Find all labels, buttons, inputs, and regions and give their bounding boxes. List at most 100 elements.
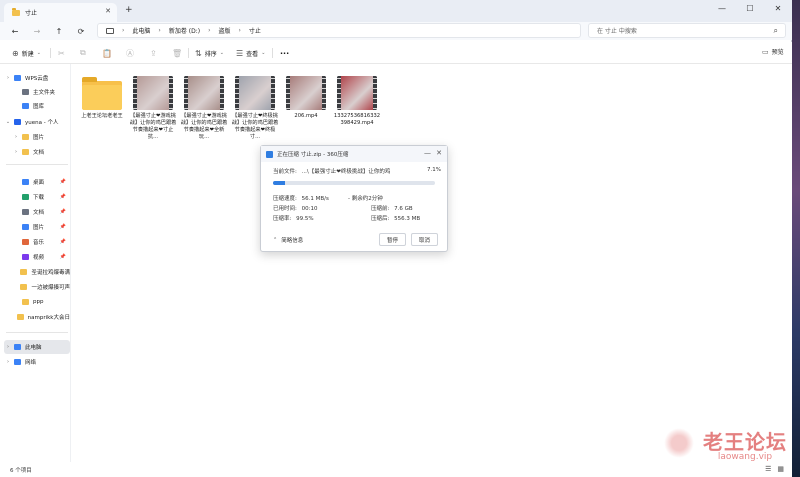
sidebar-item[interactable]: 图片 📌 (4, 220, 70, 234)
progress-fill (273, 181, 285, 185)
breadcrumb-cunzhi[interactable]: 寸止 (249, 26, 261, 35)
folder-item[interactable]: 上老王论坛老老王 (78, 76, 126, 120)
folder-icon (20, 269, 28, 275)
sidebar-item[interactable]: › 网络 (4, 355, 70, 369)
video-file-item[interactable]: 206.mp4 (282, 76, 330, 120)
view-button[interactable]: ☰ 查看 ⌄ (236, 46, 265, 60)
sidebar-item[interactable]: 圣诞拉鸡爆毒满 (4, 265, 70, 279)
copy-button[interactable]: ⧉ (80, 46, 89, 60)
sidebar-item[interactable]: 一边被爆揍可声 (4, 280, 70, 294)
pin-icon: 📌 (59, 224, 66, 230)
window-controls: — ☐ ✕ (708, 0, 792, 16)
archive-app-icon (266, 150, 273, 158)
sidebar-item[interactable]: 视频 📌 (4, 250, 70, 264)
chevron-icon[interactable]: › (4, 359, 12, 365)
video-file-item[interactable]: 【最强寸止❤游戏挑战】让你的鸡巴跟着节奏撸起来❤寸止抗... (129, 76, 177, 141)
chevron-down-icon: ⌄ (36, 50, 41, 56)
delete-button[interactable]: 🗑 (172, 46, 185, 60)
sidebar-item-label: 图库 (33, 104, 45, 110)
paste-button[interactable]: 📋 (102, 46, 115, 60)
details-view-icon[interactable]: ☰ (765, 465, 771, 473)
close-window-button[interactable]: ✕ (764, 0, 792, 16)
progress-bar (273, 181, 435, 185)
sidebar-item[interactable]: 主文件夹 (4, 85, 70, 99)
remaining-time: - 剩余约2分钟 (348, 196, 383, 202)
folder-icon (22, 209, 29, 215)
more-options-button[interactable]: ··· (280, 46, 289, 60)
sidebar-item[interactable]: ⌄ yuena - 个人 (4, 115, 70, 129)
video-file-item[interactable]: 【最强寸止❤游戏挑战】让你的鸡巴跟着节奏撸起来❤全新玩... (180, 76, 228, 141)
breadcrumb-sep: › (208, 27, 211, 34)
folder-icon (14, 359, 21, 365)
search-icon[interactable]: ⌕ (774, 26, 778, 36)
cut-button[interactable]: ✂ (58, 46, 68, 60)
sidebar-item[interactable]: namprikk大会日 (4, 310, 70, 324)
file-explorer-window: 寸止 ✕ + — ☐ ✕ ← → ↑ ⟳ › 此电脑 › 新加卷 (D:) › … (0, 0, 792, 477)
video-thumbnail (184, 76, 224, 110)
chevron-icon[interactable]: › (4, 344, 12, 350)
sidebar-item-label: 文档 (33, 150, 45, 156)
sidebar-item-label: 视频 (33, 255, 45, 261)
tiles-view-icon[interactable]: ▦ (777, 465, 784, 473)
chevron-icon[interactable]: › (12, 134, 20, 140)
maximize-button[interactable]: ☐ (736, 0, 764, 16)
sidebar-item-label: 图片 (33, 135, 45, 141)
chevron-icon[interactable]: ⌄ (4, 119, 12, 125)
file-name: 【最强寸止❤游戏挑战】让你的鸡巴跟着节奏撸起来❤寸止抗... (129, 113, 177, 140)
address-bar[interactable]: › 此电脑 › 新加卷 (D:) › 盗版 › 寸止 (97, 23, 581, 38)
rename-button[interactable]: Ⓐ (126, 46, 137, 60)
folder-icon (12, 7, 20, 16)
new-button[interactable]: ⊕ 新建 ⌄ (12, 46, 41, 60)
sidebar-item[interactable]: › 图片 (4, 130, 70, 144)
sidebar-item-label: 文档 (33, 210, 45, 216)
tab-current[interactable]: 寸止 ✕ (4, 3, 117, 22)
watermark: 老王论坛 laowang.vip (664, 426, 790, 462)
folder-icon (82, 76, 122, 110)
video-file-item[interactable]: 13327536816332398429.mp4 (333, 76, 381, 127)
folder-icon (20, 284, 28, 290)
chevron-icon[interactable]: › (12, 149, 20, 155)
pause-button[interactable]: 暂停 (379, 233, 406, 246)
sidebar-item[interactable]: › WPS云盘 (4, 71, 70, 85)
sidebar-item[interactable]: › 此电脑 (4, 340, 70, 354)
sidebar-item[interactable]: 下载 📌 (4, 190, 70, 204)
sort-button[interactable]: ⇅ 排序 ⌄ (195, 46, 224, 60)
sidebar-item-label: 图片 (33, 225, 45, 231)
sidebar-item-label: ppp (33, 299, 44, 305)
current-file-value: ...\【最强寸止❤终极挑战】让你的鸡 (301, 169, 391, 175)
breadcrumb-sep: › (158, 27, 161, 34)
folder-icon (22, 89, 29, 95)
cancel-button[interactable]: 取消 (411, 233, 438, 246)
minimize-button[interactable]: — (708, 0, 736, 16)
folder-icon (14, 119, 21, 125)
sidebar-item[interactable]: 图库 (4, 99, 70, 113)
breadcrumb-drive-d[interactable]: 新加卷 (D:) (169, 26, 200, 35)
less-info-toggle[interactable]: ⌃ 简略信息 (273, 236, 303, 244)
sidebar-divider (6, 164, 68, 165)
search-box[interactable]: 在 寸止 中搜索 ⌕ (588, 23, 786, 38)
forward-arrow-icon[interactable]: → (30, 24, 44, 38)
tab-close-icon[interactable]: ✕ (105, 7, 111, 15)
video-file-item[interactable]: 【最强寸止❤终极挑战】让你的鸡巴跟着节奏撸起来❤终极寸... (231, 76, 279, 141)
sidebar-item[interactable]: 桌面 📌 (4, 175, 70, 189)
ratio-value: 99.5% (296, 216, 314, 222)
breadcrumb-daoban[interactable]: 盗版 (218, 26, 230, 35)
breadcrumb-this-pc[interactable]: 此电脑 (132, 26, 150, 35)
sidebar-item[interactable]: ppp (4, 295, 70, 309)
new-tab-button[interactable]: + (125, 5, 133, 15)
video-thumbnail (133, 76, 173, 110)
share-button[interactable]: ⇪ (150, 46, 160, 60)
chevron-icon[interactable]: › (4, 75, 12, 81)
sidebar-item[interactable]: 文档 📌 (4, 205, 70, 219)
navigation-bar: ← → ↑ ⟳ › 此电脑 › 新加卷 (D:) › 盗版 › 寸止 在 寸止 … (0, 22, 792, 40)
elapsed-value: 00:10 (301, 206, 318, 212)
back-arrow-icon[interactable]: ← (8, 24, 22, 38)
sidebar-item[interactable]: › 文档 (4, 145, 70, 159)
sidebar-item[interactable]: 音乐 📌 (4, 235, 70, 249)
refresh-icon[interactable]: ⟳ (74, 24, 88, 38)
up-arrow-icon[interactable]: ↑ (52, 24, 66, 38)
close-dialog-button[interactable]: ✕ (436, 149, 442, 157)
minimize-dialog-button[interactable]: — (424, 149, 431, 157)
sidebar-item-label: 主文件夹 (33, 90, 56, 96)
preview-button[interactable]: ▭ 预览 (762, 47, 784, 57)
